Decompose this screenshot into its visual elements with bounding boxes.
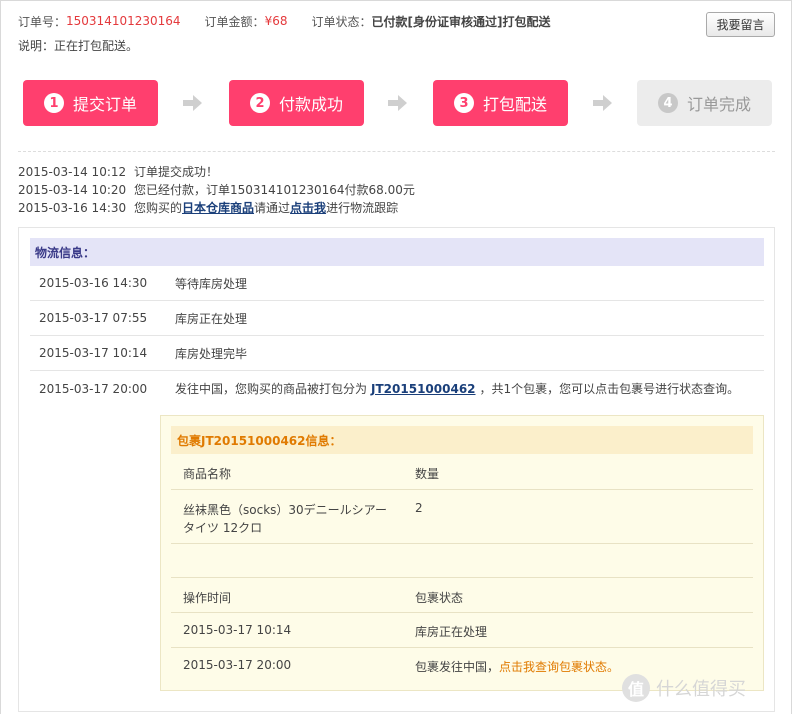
package-header-row: 商品名称 数量 [171, 454, 753, 490]
log-time: 2015-03-16 14:30 [18, 201, 127, 215]
arrow-right-icon [593, 95, 612, 111]
logistics-time: 2015-03-17 07:55 [39, 311, 148, 325]
log-text-pre: 您购买的 [134, 201, 183, 215]
event-status: 包裹发往中国， [415, 660, 500, 674]
step-number: 1 [43, 93, 64, 113]
logistics-text: 库房正在处理 [175, 311, 248, 326]
col-operation-time: 操作时间 [183, 591, 232, 605]
watermark-text: 什么值得买 [656, 679, 746, 700]
order-log-entry: 2015-03-14 10:20 您已经付款，订单150314101230164付… [18, 181, 778, 199]
order-no-label: 订单号： [18, 14, 67, 29]
order-status: 已付款[身份证审核通过]打包配送 [371, 14, 551, 29]
logistics-row: 2015-03-16 14:30 等待库房处理 [30, 266, 764, 301]
package-title: 包裹JT20151000462信息： [171, 426, 753, 454]
order-status-label: 订单状态： [311, 14, 372, 29]
product-name-line1: 丝袜黑色（socks）30デニールシアー [183, 503, 387, 517]
log-text: 您已经付款，订单150314101230164付款68.00元 [134, 183, 415, 197]
step-number: 4 [657, 93, 678, 113]
step-number: 2 [249, 93, 270, 113]
package-event-header-row: 操作时间 包裹状态 [171, 578, 753, 613]
track-logistics-link[interactable]: 点击我 [290, 201, 326, 215]
event-time: 2015-03-17 20:00 [183, 658, 292, 672]
query-package-status-link[interactable]: 点击我查询包裹状态。 [499, 660, 619, 674]
watermark-logo-icon: 值 [622, 674, 650, 702]
logistics-time: 2015-03-16 14:30 [39, 276, 148, 290]
arrow-right-icon [388, 95, 407, 111]
logistics-row: 2015-03-17 07:55 库房正在处理 [30, 301, 764, 336]
logistics-text: 等待库房处理 [175, 276, 248, 291]
event-time: 2015-03-17 10:14 [183, 623, 292, 637]
product-quantity: 2 [415, 501, 423, 515]
order-log-entry: 2015-03-16 14:30 您购买的日本仓库商品请通过点击我进行物流跟踪 [18, 199, 778, 217]
log-time: 2015-03-14 10:12 [18, 165, 127, 179]
step-label: 打包配送 [482, 95, 547, 114]
logistics-row: 2015-03-17 20:00 发往中国，您购买的商品被打包分为 JT20151… [30, 371, 764, 406]
site-watermark: 值 什么值得买 [622, 673, 746, 703]
col-quantity: 数量 [415, 467, 440, 481]
step-payment-success: 2 付款成功 [229, 80, 364, 126]
logistics-title: 物流信息： [30, 238, 764, 266]
log-text: 订单提交成功！ [134, 165, 219, 179]
log-time: 2015-03-14 10:20 [18, 183, 127, 197]
step-submit-order: 1 提交订单 [23, 80, 158, 126]
package-spacer-row [171, 544, 753, 578]
col-product-name: 商品名称 [183, 467, 232, 481]
log-text-post: 进行物流跟踪 [326, 201, 399, 215]
order-note: 说明：正在打包配送。 [18, 39, 139, 53]
package-number-link[interactable]: JT20151000462 [371, 382, 476, 396]
product-name-line2: タイツ 12クロ [183, 521, 263, 535]
package-info-box: 包裹JT20151000462信息： 商品名称 数量 丝袜黑色（socks）30… [160, 415, 764, 691]
logistics-text: 库房处理完毕 [175, 346, 248, 361]
leave-message-button[interactable]: 我要留言 [706, 12, 775, 37]
step-label: 订单完成 [686, 95, 751, 114]
package-item-row: 丝袜黑色（socks）30デニールシアー タイツ 12クロ 2 [171, 490, 753, 544]
col-package-status: 包裹状态 [415, 591, 464, 605]
step-label: 付款成功 [278, 95, 343, 114]
step-number: 3 [453, 93, 474, 113]
logistics-time: 2015-03-17 10:14 [39, 346, 148, 360]
logistics-text-post: ，共1个包裹，您可以点击包裹号进行状态查询。 [479, 382, 740, 396]
log-text-mid: 请通过 [254, 201, 291, 215]
step-order-complete: 4 订单完成 [637, 80, 772, 126]
logistics-time: 2015-03-17 20:00 [39, 381, 148, 396]
japan-warehouse-link[interactable]: 日本仓库商品 [182, 201, 254, 215]
event-status: 库房正在处理 [415, 625, 488, 639]
package-event-row: 2015-03-17 10:14 库房正在处理 [171, 613, 753, 648]
order-amount: ¥68 [264, 14, 288, 28]
divider [18, 151, 775, 152]
arrow-right-icon [183, 95, 202, 111]
step-packing-delivery: 3 打包配送 [433, 80, 568, 126]
order-amount-label: 订单金额： [204, 14, 265, 29]
step-label: 提交订单 [72, 95, 137, 114]
order-number: 150314101230164 [66, 14, 181, 28]
order-summary: 订单号： 150314101230164 订单金额： ¥68 订单状态： 已付款… [18, 12, 550, 30]
logistics-row: 2015-03-17 10:14 库房处理完毕 [30, 336, 764, 371]
logistics-text-pre: 发往中国，您购买的商品被打包分为 [175, 382, 368, 396]
order-log-entry: 2015-03-14 10:12 订单提交成功！ [18, 163, 778, 181]
